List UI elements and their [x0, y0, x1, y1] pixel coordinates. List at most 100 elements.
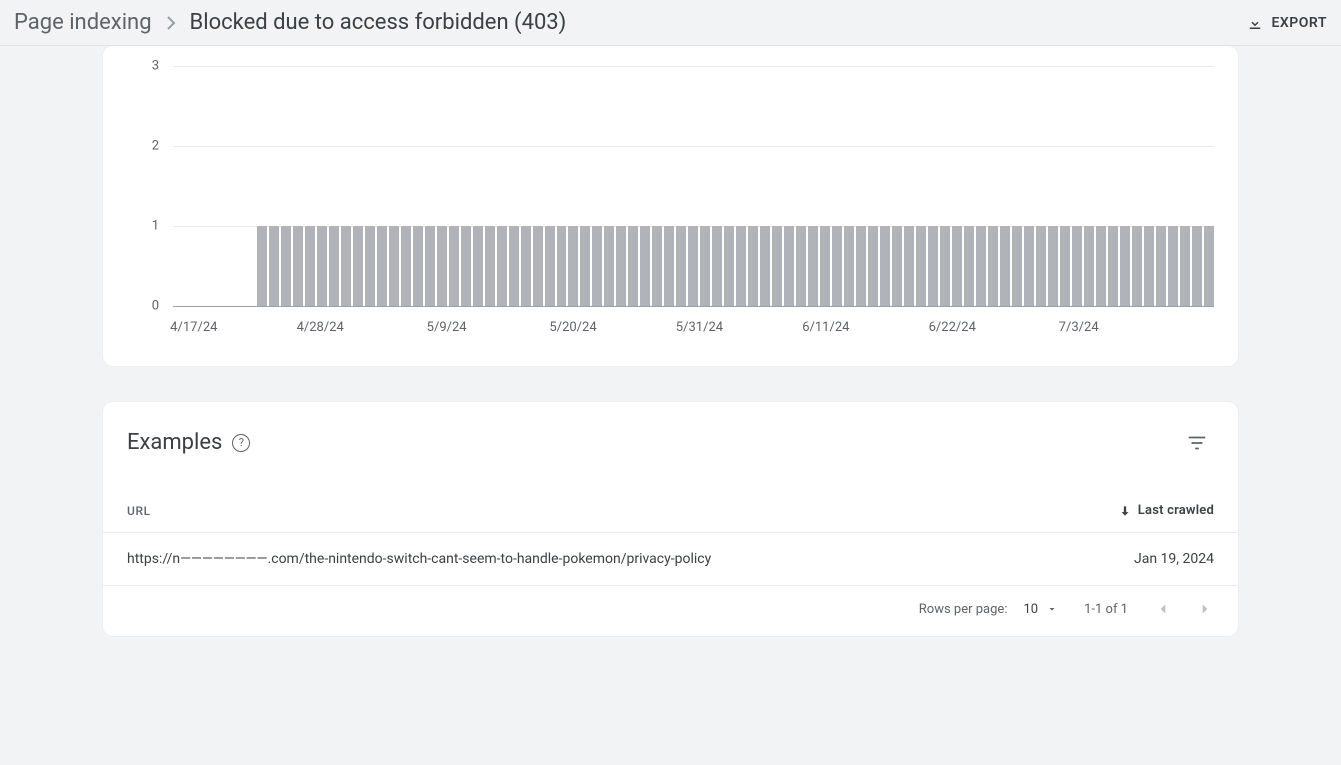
chart-bar[interactable] [1048, 226, 1058, 306]
chart-bar[interactable] [1096, 226, 1106, 306]
export-label: EXPORT [1272, 15, 1327, 31]
chart-bar[interactable] [281, 226, 291, 306]
breadcrumb-root[interactable]: Page indexing [14, 10, 152, 35]
chart-bar[interactable] [748, 226, 758, 306]
chart-bar[interactable] [1084, 226, 1094, 306]
chart-bar[interactable] [940, 226, 950, 306]
chart-bar[interactable] [616, 226, 626, 306]
chart-bar[interactable] [772, 226, 782, 306]
chart-bar[interactable] [628, 226, 638, 306]
chart-bar[interactable] [688, 226, 698, 306]
chevron-right-icon [166, 16, 176, 30]
chart-bar[interactable] [856, 226, 866, 306]
rows-per-page-select[interactable]: 10 [1023, 602, 1058, 617]
chart-bar[interactable] [449, 226, 459, 306]
chart-bar[interactable] [365, 226, 375, 306]
chart-bar[interactable] [700, 226, 710, 306]
chart-bar[interactable] [580, 226, 590, 306]
chart-bar[interactable] [844, 226, 854, 306]
chart-bar[interactable] [1072, 226, 1082, 306]
chart-bar[interactable] [676, 226, 686, 306]
chart-bar[interactable] [509, 226, 519, 306]
chart-bar[interactable] [760, 226, 770, 306]
chart-bar[interactable] [652, 226, 662, 306]
next-page-button[interactable] [1196, 600, 1214, 618]
chart-bar[interactable] [257, 226, 267, 306]
chart-bar[interactable] [437, 226, 447, 306]
chart-bar[interactable] [952, 226, 962, 306]
chart-bar[interactable] [341, 226, 351, 306]
chart-bar[interactable] [664, 226, 674, 306]
column-url[interactable]: URL [127, 504, 151, 518]
chart-bar[interactable] [425, 226, 435, 306]
chart-bar[interactable] [736, 226, 746, 306]
chart-bar[interactable] [1024, 226, 1034, 306]
column-last-crawled[interactable]: Last crawled [1118, 503, 1214, 518]
help-icon[interactable]: ? [232, 434, 250, 452]
chart-bar[interactable] [1060, 226, 1070, 306]
chart-bar[interactable] [1012, 226, 1022, 306]
chart-bar[interactable] [1036, 226, 1046, 306]
chart-bar[interactable] [964, 226, 974, 306]
chart-bar[interactable] [353, 226, 363, 306]
chart-bar[interactable] [329, 226, 339, 306]
chart-bar[interactable] [1132, 226, 1142, 306]
pagination-range: 1-1 of 1 [1084, 602, 1128, 617]
chart-bar[interactable] [568, 226, 578, 306]
chart-bar[interactable] [820, 226, 830, 306]
chart-bar[interactable] [1168, 226, 1178, 306]
chart-bar[interactable] [533, 226, 543, 306]
chart-bar[interactable] [724, 226, 734, 306]
chart-bar[interactable] [1180, 226, 1190, 306]
chart-bar[interactable] [1120, 226, 1130, 306]
chart-bar[interactable] [832, 226, 842, 306]
chart-bar[interactable] [796, 226, 806, 306]
chart-bar[interactable] [377, 226, 387, 306]
chart-bar[interactable] [784, 226, 794, 306]
chart-bar[interactable] [640, 226, 650, 306]
chart-bar[interactable] [892, 226, 902, 306]
chart-card: 0123 4/17/244/28/245/9/245/20/245/31/246… [103, 46, 1238, 366]
y-tick: 1 [152, 218, 159, 233]
x-tick: 5/20/24 [549, 320, 596, 335]
chart-bar[interactable] [928, 226, 938, 306]
export-button[interactable]: EXPORT [1246, 14, 1327, 32]
prev-page-button[interactable] [1154, 600, 1172, 618]
chart-bar[interactable] [317, 226, 327, 306]
chart-bar[interactable] [808, 226, 818, 306]
chart-bar[interactable] [545, 226, 555, 306]
chart-bar[interactable] [604, 226, 614, 306]
x-tick: 4/17/24 [170, 320, 217, 335]
chart-bar[interactable] [1108, 226, 1118, 306]
filter-icon[interactable] [1186, 432, 1214, 454]
row-url: https://n————————.com/the-nintendo-switc… [127, 551, 711, 567]
chart-bar[interactable] [916, 226, 926, 306]
chart-bar[interactable] [712, 226, 722, 306]
chart-bar[interactable] [904, 226, 914, 306]
chart-bar[interactable] [1192, 226, 1202, 306]
chart-bar[interactable] [868, 226, 878, 306]
chart-bar[interactable] [497, 226, 507, 306]
y-tick: 2 [152, 138, 159, 153]
chart-bar[interactable] [1144, 226, 1154, 306]
chart-bar[interactable] [592, 226, 602, 306]
chart-bar[interactable] [485, 226, 495, 306]
chart-bar[interactable] [1000, 226, 1010, 306]
chart-bar[interactable] [305, 226, 315, 306]
chart-bar[interactable] [293, 226, 303, 306]
chart-bar[interactable] [557, 226, 567, 306]
chart-bar[interactable] [461, 226, 471, 306]
chart-bar[interactable] [269, 226, 279, 306]
chart-bar[interactable] [413, 226, 423, 306]
chart-bar[interactable] [1204, 226, 1214, 306]
chart-bar[interactable] [1156, 226, 1166, 306]
chart-bar[interactable] [389, 226, 399, 306]
chart-bar[interactable] [473, 226, 483, 306]
chart-bar[interactable] [976, 226, 986, 306]
chart-bar[interactable] [521, 226, 531, 306]
chart-bar[interactable] [401, 226, 411, 306]
chart-bar[interactable] [880, 226, 890, 306]
chart-bar[interactable] [988, 226, 998, 306]
table-row[interactable]: https://n————————.com/the-nintendo-switc… [103, 532, 1238, 585]
x-tick: 6/22/24 [929, 320, 976, 335]
